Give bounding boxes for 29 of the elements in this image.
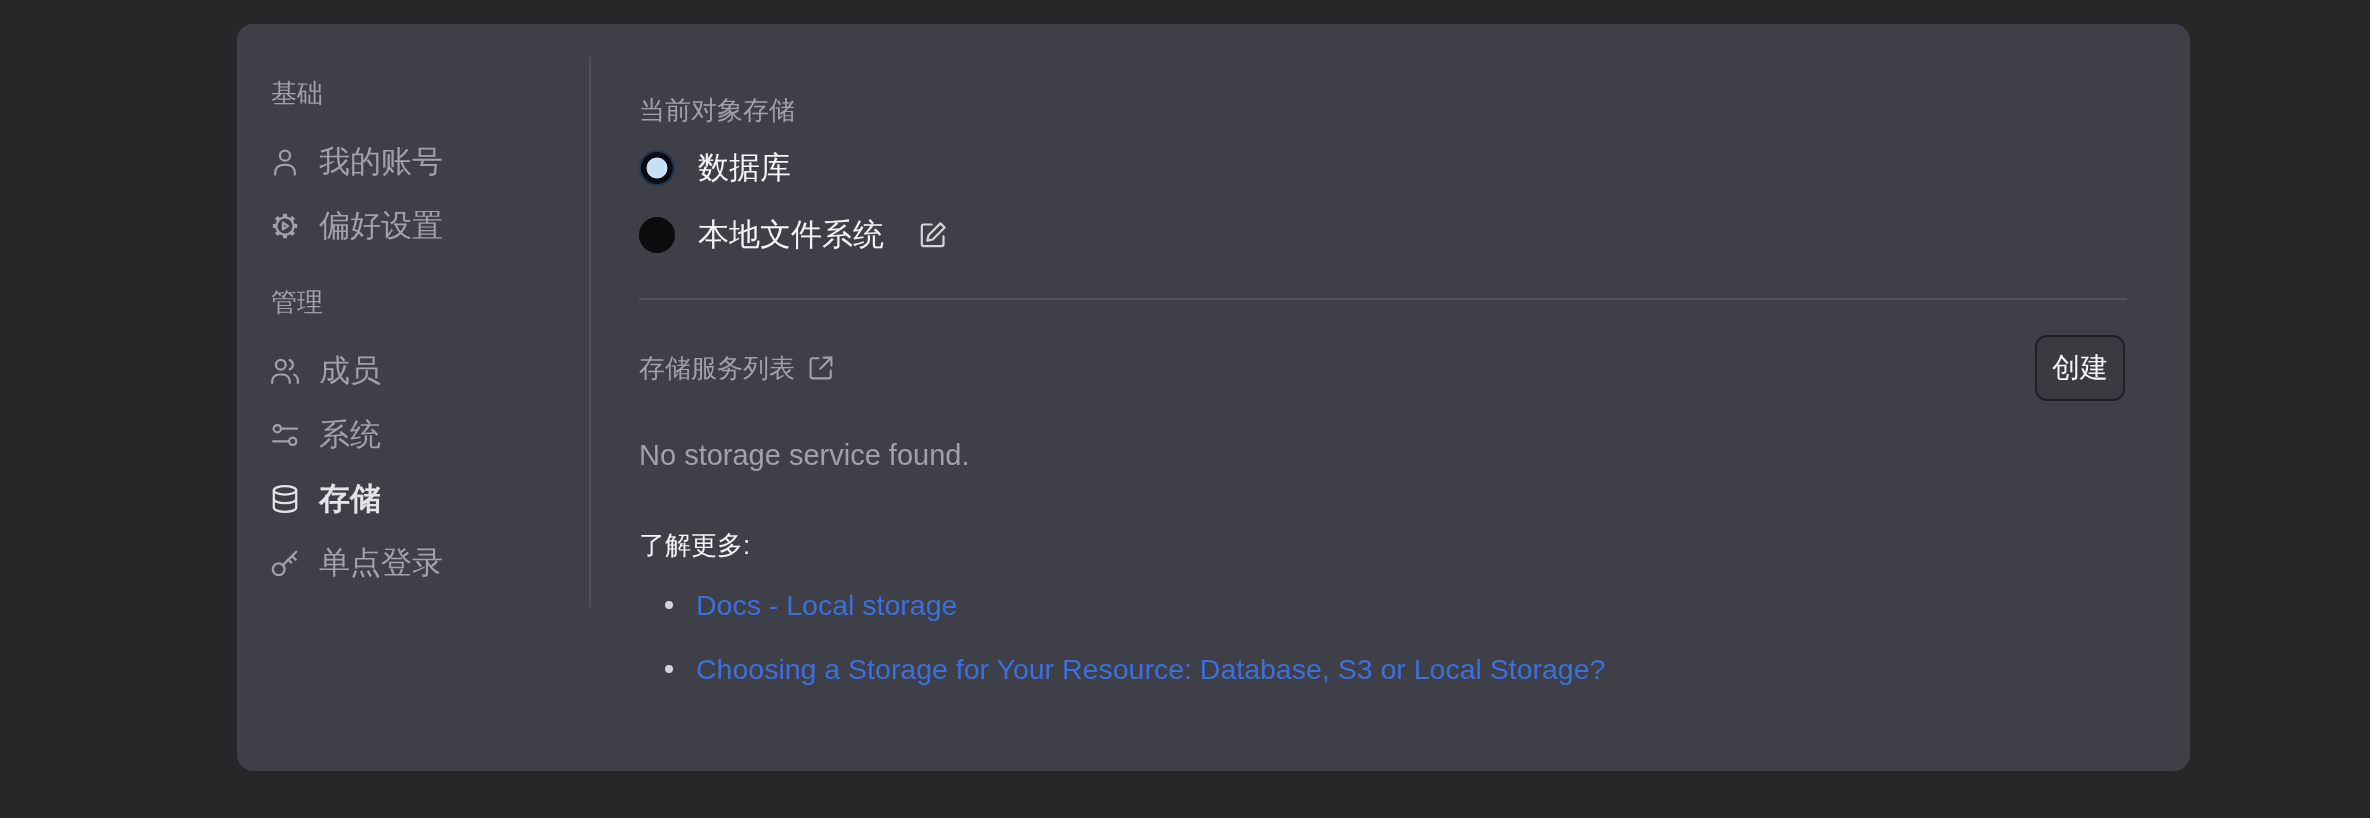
user-icon (271, 148, 299, 176)
docs-link[interactable]: Docs - Local storage (696, 588, 958, 622)
sidebar-item[interactable]: 存储 (271, 467, 381, 531)
section-title: 管理 (271, 286, 323, 319)
create-button[interactable]: 创建 (2035, 335, 2125, 401)
bullet-icon (665, 665, 673, 673)
section-title: 基础 (271, 77, 323, 110)
users-icon (271, 357, 299, 385)
radio-label[interactable]: 数据库 (698, 146, 791, 189)
empty-message: No storage service found. (639, 438, 970, 473)
docs-link[interactable]: Choosing a Storage for Your Resource: Database, S3 or Local Storage? (696, 652, 1606, 686)
sidebar-item[interactable]: 偏好设置 (271, 194, 443, 258)
edit-icon[interactable] (919, 220, 947, 249)
database-icon (271, 485, 299, 513)
learn-more-heading: 了解更多: (639, 529, 751, 562)
sliders-icon (271, 421, 299, 449)
external-link-icon[interactable] (808, 355, 834, 381)
gear-icon (271, 212, 299, 240)
radio-button[interactable] (639, 216, 675, 253)
sidebar-item[interactable]: 单点登录 (271, 531, 443, 595)
bullet-icon (665, 601, 673, 609)
list-heading: 存储服务列表 (639, 351, 795, 385)
radio-label[interactable]: 本地文件系统 (698, 213, 884, 256)
radio-button[interactable] (639, 149, 675, 186)
section-title: 当前对象存储 (639, 94, 795, 127)
key-icon (271, 549, 299, 577)
sidebar-item[interactable]: 成员 (271, 339, 381, 403)
sidebar-item[interactable]: 我的账号 (271, 130, 443, 194)
sidebar-item[interactable]: 系统 (271, 403, 381, 467)
